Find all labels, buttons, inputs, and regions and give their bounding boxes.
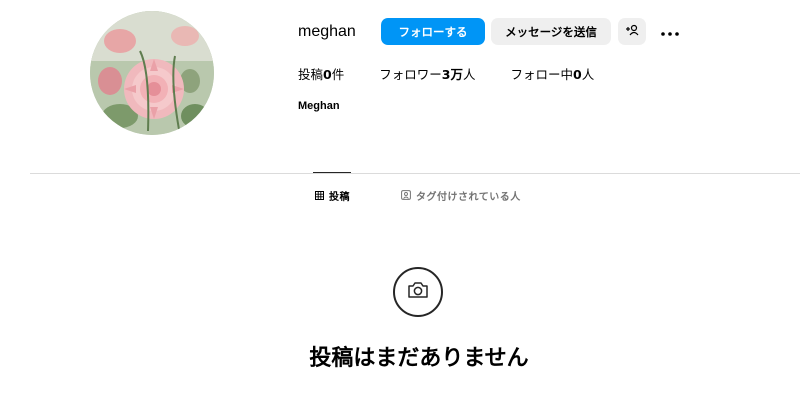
stat-following-suffix: 人: [581, 67, 595, 82]
camera-icon: [407, 281, 429, 303]
profile-page: meghan フォローする メッセージを送信 投稿0件 フォロワー3万人: [0, 0, 800, 411]
stat-posts-suffix: 件: [331, 67, 345, 82]
more-options-icon: [661, 25, 679, 39]
stat-followers[interactable]: フォロワー 3万人: [379, 67, 475, 83]
full-name: Meghan: [298, 100, 340, 112]
follow-button[interactable]: フォローする: [381, 18, 485, 45]
tab-posts[interactable]: 投稿: [315, 188, 350, 203]
active-tab-indicator: [313, 172, 351, 173]
tab-tagged-label: タグ付けされている人: [416, 191, 521, 203]
stat-posts: 投稿 0 件: [298, 67, 344, 83]
stat-posts-label: 投稿: [298, 67, 324, 82]
suggest-accounts-button[interactable]: [618, 18, 646, 45]
stat-following-value: 0: [572, 67, 582, 82]
add-person-icon: [625, 24, 639, 39]
empty-state-camera: [393, 267, 443, 317]
profile-stats: 投稿 0 件 フォロワー 3万人 フォロー中 0 人: [298, 67, 594, 83]
username: meghan: [298, 23, 356, 40]
stat-followers-value: 3万: [441, 67, 463, 82]
tab-tagged[interactable]: タグ付けされている人: [401, 188, 521, 203]
grid-icon: [315, 190, 324, 200]
more-options-button[interactable]: [656, 18, 684, 45]
message-button[interactable]: メッセージを送信: [491, 18, 611, 45]
avatar-flower-image: [90, 11, 214, 135]
stat-followers-suffix: 人: [462, 67, 476, 82]
tab-posts-label: 投稿: [329, 191, 350, 203]
stat-followers-label: フォロワー: [379, 67, 442, 82]
stat-following[interactable]: フォロー中 0 人: [510, 67, 594, 83]
stat-following-label: フォロー中: [510, 67, 573, 82]
empty-state-title: 投稿はまだありません: [309, 346, 529, 371]
tagged-icon: [401, 190, 411, 200]
tabs-divider: [30, 173, 800, 174]
avatar[interactable]: [90, 11, 214, 135]
stat-posts-value: 0: [323, 67, 332, 82]
